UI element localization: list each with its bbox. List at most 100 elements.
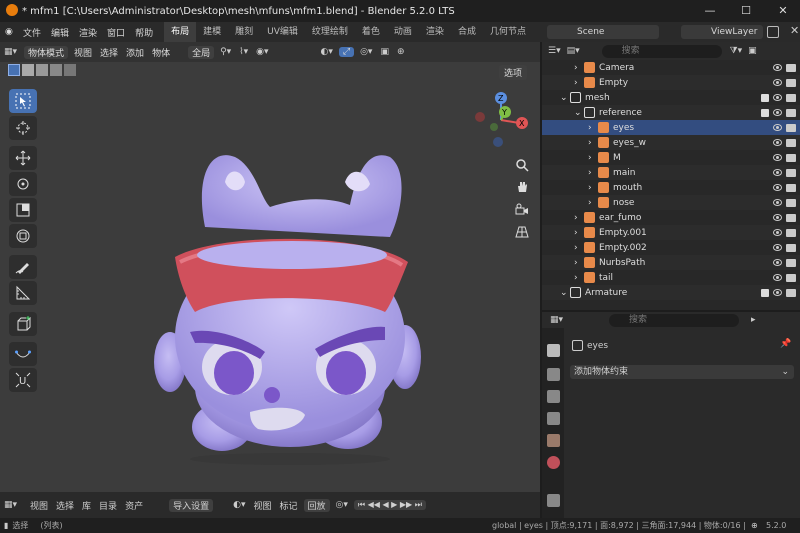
visibility-eye-icon[interactable] xyxy=(773,214,782,221)
new-collection-icon[interactable]: ▣ xyxy=(748,46,757,56)
tab-layout[interactable]: 布局 xyxy=(164,22,197,42)
expand-toggle-icon[interactable]: › xyxy=(574,273,584,283)
render-camera-icon[interactable] xyxy=(786,198,796,207)
expand-toggle-icon[interactable]: › xyxy=(588,198,598,208)
annotate-tool[interactable] xyxy=(9,255,37,279)
display-mode-icon[interactable]: ▤▾ xyxy=(567,46,580,56)
orientation-dropdown[interactable]: 全局 xyxy=(188,45,215,59)
mode-dropdown[interactable]: 物体模式 xyxy=(24,45,69,59)
render-camera-icon[interactable] xyxy=(786,63,796,72)
render-camera-icon[interactable] xyxy=(786,288,796,297)
blender-menu-icon[interactable]: ◉ xyxy=(0,27,18,37)
visibility-eye-icon[interactable] xyxy=(773,184,782,191)
visibility-eye-icon[interactable] xyxy=(773,259,782,266)
output-tab-icon[interactable] xyxy=(547,390,560,403)
outliner-row[interactable]: › M xyxy=(542,150,800,165)
expand-toggle-icon[interactable]: › xyxy=(574,258,584,268)
timeline-menu-library[interactable]: 库 xyxy=(78,499,95,512)
outliner-search-input[interactable]: 搜索 xyxy=(601,44,722,58)
editor-type-icon[interactable]: ▦▾ xyxy=(0,47,22,57)
scene-selector[interactable]: Scene xyxy=(547,25,659,39)
add-cube-tool[interactable] xyxy=(9,312,37,336)
render-camera-icon[interactable] xyxy=(786,273,796,282)
expand-toggle-icon[interactable]: › xyxy=(588,183,598,193)
timeline-editor-type-icon[interactable]: ▦▾ xyxy=(0,500,26,510)
tab-sculpting[interactable]: 雕刻 xyxy=(228,22,260,42)
expand-toggle-icon[interactable]: › xyxy=(574,213,584,223)
select-box-tool[interactable] xyxy=(9,89,37,113)
add-constraint-dropdown[interactable]: 添加物体约束 ⌄ xyxy=(570,365,794,379)
select-invert-icon[interactable] xyxy=(50,64,62,76)
perspective-grid-icon[interactable] xyxy=(511,221,533,243)
scale-tool[interactable] xyxy=(9,198,37,222)
exclude-checkbox[interactable] xyxy=(761,93,769,102)
render-camera-icon[interactable] xyxy=(786,123,796,132)
outliner-row[interactable]: › tail xyxy=(542,270,800,285)
proportional-edit-icon[interactable]: ◉▾ xyxy=(252,47,272,57)
visibility-eye-icon[interactable] xyxy=(773,229,782,236)
viewport-menu-object[interactable]: 物体 xyxy=(148,46,174,59)
render-camera-icon[interactable] xyxy=(786,153,796,162)
filter-icon[interactable]: ⧩▾ xyxy=(730,46,743,56)
visibility-eye-icon[interactable] xyxy=(773,79,782,86)
render-camera-icon[interactable] xyxy=(786,243,796,252)
expand-toggle-icon[interactable]: › xyxy=(574,78,584,88)
timeline-menu-view2[interactable]: 视图 xyxy=(249,499,275,512)
record-icon[interactable]: ◎▾ xyxy=(332,500,352,510)
outliner-row[interactable]: › NurbsPath xyxy=(542,255,800,270)
expand-toggle-icon[interactable]: ⌄ xyxy=(560,288,570,298)
menu-file[interactable]: 文件 xyxy=(18,26,46,39)
pan-hand-icon[interactable] xyxy=(511,176,533,198)
visibility-eye-icon[interactable] xyxy=(773,289,782,296)
uv-tool[interactable]: U xyxy=(9,368,37,392)
tool-tab-icon[interactable] xyxy=(547,344,560,357)
view-layer-tab-icon[interactable] xyxy=(547,412,560,425)
shading-wireframe-icon[interactable]: ⊕ xyxy=(393,47,409,57)
pivot-icon[interactable]: ⚲▾ xyxy=(216,47,235,57)
expand-toggle-icon[interactable]: ⌄ xyxy=(574,108,584,118)
curve-tool[interactable] xyxy=(9,342,37,366)
overlays-icon[interactable]: ◎▾ xyxy=(356,47,376,57)
outliner-row[interactable]: › Camera xyxy=(542,60,800,75)
expand-toggle-icon[interactable]: › xyxy=(574,243,584,253)
menu-render[interactable]: 渲染 xyxy=(74,26,102,39)
pin-icon[interactable]: 📌 xyxy=(780,339,791,349)
xray-icon[interactable]: ▣ xyxy=(376,47,393,57)
viewlayer-selector[interactable]: ViewLayer xyxy=(681,25,763,39)
outliner-editor-icon[interactable]: ☰▾ xyxy=(548,46,561,56)
options-dropdown[interactable]: 选项 xyxy=(499,65,528,80)
outliner-row[interactable]: ⌄ Armature xyxy=(542,285,800,300)
snap-icon[interactable]: ⌇▾ xyxy=(235,47,252,57)
properties-options-icon[interactable]: ▸ xyxy=(751,315,756,325)
select-extend-icon[interactable] xyxy=(22,64,34,76)
tab-modeling[interactable]: 建模 xyxy=(196,22,228,42)
exclude-checkbox[interactable] xyxy=(761,288,769,297)
playback-dropdown[interactable]: 回放 xyxy=(303,498,330,512)
rotate-tool[interactable] xyxy=(9,172,37,196)
render-camera-icon[interactable] xyxy=(786,168,796,177)
outliner-row[interactable]: › eyes_w xyxy=(542,135,800,150)
select-subtract-icon[interactable] xyxy=(36,64,48,76)
exclude-checkbox[interactable] xyxy=(761,108,769,117)
timeline-menu-view[interactable]: 视图 xyxy=(26,499,52,512)
outliner-row[interactable]: › Empty xyxy=(542,75,800,90)
world-tab-icon[interactable] xyxy=(547,456,560,469)
select-new-icon[interactable] xyxy=(8,64,20,76)
visibility-eye-icon[interactable] xyxy=(773,109,782,116)
visibility-eye-icon[interactable] xyxy=(773,274,782,281)
visibility-eye-icon[interactable] xyxy=(773,244,782,251)
transform-tool[interactable] xyxy=(9,224,37,248)
navigation-gizmo[interactable]: X Z Y xyxy=(467,90,535,150)
outliner-row[interactable]: ⌄ reference xyxy=(542,105,800,120)
character-model[interactable] xyxy=(150,137,430,467)
menu-help[interactable]: 帮助 xyxy=(130,26,158,39)
scene-tab-icon[interactable] xyxy=(547,434,560,447)
render-camera-icon[interactable] xyxy=(786,258,796,267)
menu-window[interactable]: 窗口 xyxy=(102,26,130,39)
timeline-type-icon[interactable]: ◐▾ xyxy=(229,500,249,510)
expand-toggle-icon[interactable]: › xyxy=(574,63,584,73)
outliner-row[interactable]: › mouth xyxy=(542,180,800,195)
render-camera-icon[interactable] xyxy=(786,213,796,222)
visibility-eye-icon[interactable] xyxy=(773,169,782,176)
visibility-eye-icon[interactable] xyxy=(773,139,782,146)
